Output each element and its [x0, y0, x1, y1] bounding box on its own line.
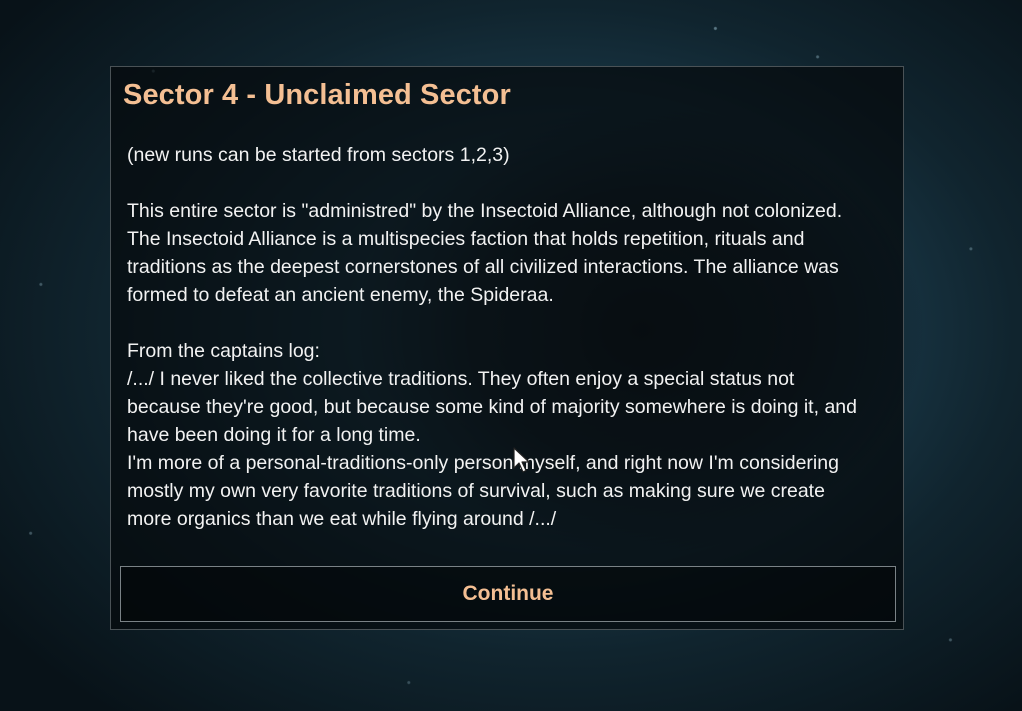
mouse-cursor-icon	[513, 447, 530, 473]
description-line: The Insectoid Alliance is a multispecies…	[127, 228, 805, 250]
sector-dialog: Sector 4 - Unclaimed Sector (new runs ca…	[110, 66, 904, 630]
log-line: have been doing it for a long time.	[127, 424, 421, 446]
log-line: more organics than we eat while flying a…	[127, 508, 557, 530]
dialog-title: Sector 4 - Unclaimed Sector	[123, 79, 511, 111]
sector-note-text: (new runs can be started from sectors 1,…	[127, 144, 510, 166]
log-line: because they're good, but because some k…	[127, 396, 857, 418]
captains-log: From the captains log: /.../ I never lik…	[127, 337, 897, 533]
description-line: This entire sector is "administred" by t…	[127, 200, 843, 222]
description-line: formed to defeat an ancient enemy, the S…	[127, 284, 554, 306]
log-line: mostly my own very favorite traditions o…	[127, 480, 825, 502]
sector-note: (new runs can be started from sectors 1,…	[127, 141, 897, 169]
description-line: traditions as the deepest cornerstones o…	[127, 256, 839, 278]
log-line: /.../ I never liked the collective tradi…	[127, 368, 795, 390]
captains-log-heading: From the captains log:	[127, 340, 320, 362]
dialog-body: (new runs can be started from sectors 1,…	[127, 141, 897, 533]
sector-description: This entire sector is "administred" by t…	[127, 197, 897, 309]
continue-button[interactable]: Continue	[120, 566, 896, 622]
